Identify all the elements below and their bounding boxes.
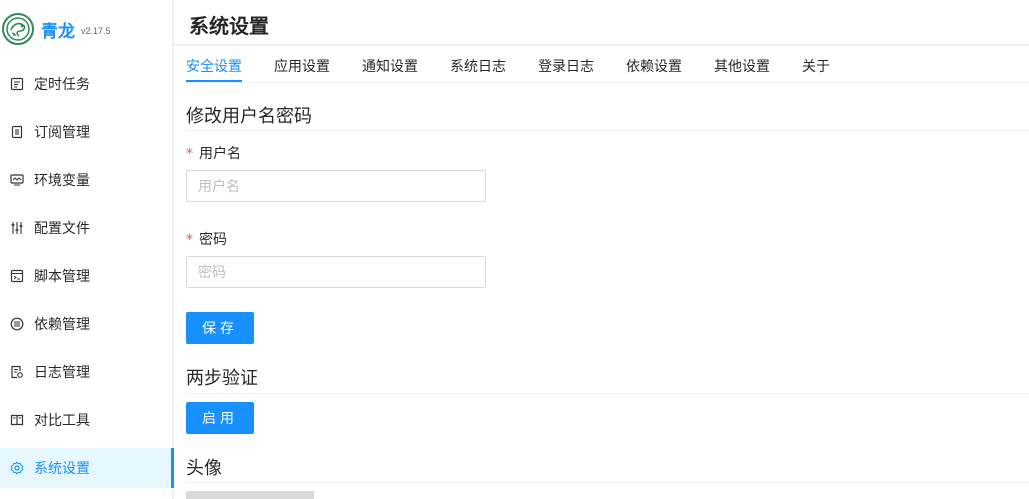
tab-login-log[interactable]: 登录日志 (538, 56, 594, 76)
task-icon (10, 77, 24, 91)
username-input[interactable] (186, 170, 486, 202)
sidebar-item-label: 系统设置 (34, 460, 90, 476)
sidebar-item-label: 对比工具 (34, 412, 90, 428)
sidebar-item-subscription[interactable]: 订阅管理 (0, 112, 172, 152)
sidebar-item-env[interactable]: 环境变量 (0, 160, 172, 200)
sidebar-item-log[interactable]: 日志管理 (0, 352, 172, 392)
sidebar-item-dependency[interactable]: 依赖管理 (0, 304, 172, 344)
sidebar-item-label: 日志管理 (34, 364, 90, 380)
page-header: 系统设置 (174, 0, 1029, 44)
username-label: * 用户名 (186, 143, 241, 163)
avatar-upload[interactable] (186, 491, 314, 499)
username-label-text: 用户名 (199, 145, 241, 161)
dependency-icon (10, 317, 24, 331)
sidebar-item-label: 脚本管理 (34, 268, 90, 284)
section-title-credentials: 修改用户名密码 (186, 106, 312, 126)
sidebar-item-cron[interactable]: 定时任务 (0, 64, 172, 104)
logo-area[interactable]: 青龙 v2.17.5 (0, 0, 173, 58)
qinglong-logo-icon (2, 13, 34, 45)
app-title: 青龙 (41, 21, 75, 41)
script-icon (10, 269, 24, 283)
tab-app[interactable]: 应用设置 (274, 56, 330, 76)
config-icon (10, 221, 24, 235)
tab-active-indicator (186, 80, 242, 82)
section-divider (186, 482, 1029, 483)
diff-icon (10, 413, 24, 427)
tab-other[interactable]: 其他设置 (714, 56, 770, 76)
required-mark: * (186, 232, 193, 248)
tab-about[interactable]: 关于 (802, 56, 830, 76)
tab-notification[interactable]: 通知设置 (362, 56, 418, 76)
main-area: 系统设置 安全设置 应用设置 通知设置 系统日志 登录日志 依赖设置 其他设置 … (174, 0, 1029, 499)
log-icon (10, 365, 24, 379)
sidebar-item-label: 环境变量 (34, 172, 90, 188)
tab-system-log[interactable]: 系统日志 (450, 56, 506, 76)
section-divider (186, 130, 1029, 131)
tab-security[interactable]: 安全设置 (186, 56, 242, 76)
tab-dependency[interactable]: 依赖设置 (626, 56, 682, 76)
sidebar-item-script[interactable]: 脚本管理 (0, 256, 172, 296)
subscription-icon (10, 125, 24, 139)
env-icon (10, 173, 24, 187)
sidebar-item-label: 订阅管理 (34, 124, 90, 140)
password-label-text: 密码 (199, 231, 227, 247)
password-input[interactable] (186, 256, 486, 288)
section-divider (186, 393, 1029, 394)
settings-icon (10, 461, 24, 475)
password-label: * 密码 (186, 229, 227, 249)
required-mark: * (186, 146, 193, 162)
sidebar-item-label: 定时任务 (34, 76, 90, 92)
section-title-two-factor: 两步验证 (186, 368, 258, 388)
sidebar-item-label: 配置文件 (34, 220, 90, 236)
sidebar-item-settings[interactable]: 系统设置 (0, 448, 174, 488)
sidebar-item-config[interactable]: 配置文件 (0, 208, 172, 248)
enable-two-factor-button[interactable]: 启用 (186, 402, 254, 434)
save-button[interactable]: 保存 (186, 312, 254, 344)
page-title: 系统设置 (189, 16, 269, 38)
settings-content: 安全设置 应用设置 通知设置 系统日志 登录日志 依赖设置 其他设置 关于 修改… (174, 46, 1029, 499)
app-version: v2.17.5 (81, 26, 111, 36)
sidebar-item-label: 依赖管理 (34, 316, 90, 332)
sidebar: 青龙 v2.17.5 定时任务 订阅管理 环境变量 配置文件 脚本管理 依赖管理… (0, 0, 174, 499)
sidebar-item-diff[interactable]: 对比工具 (0, 400, 172, 440)
section-title-avatar: 头像 (186, 458, 222, 478)
settings-tabs: 安全设置 应用设置 通知设置 系统日志 登录日志 依赖设置 其他设置 关于 (186, 46, 1029, 83)
